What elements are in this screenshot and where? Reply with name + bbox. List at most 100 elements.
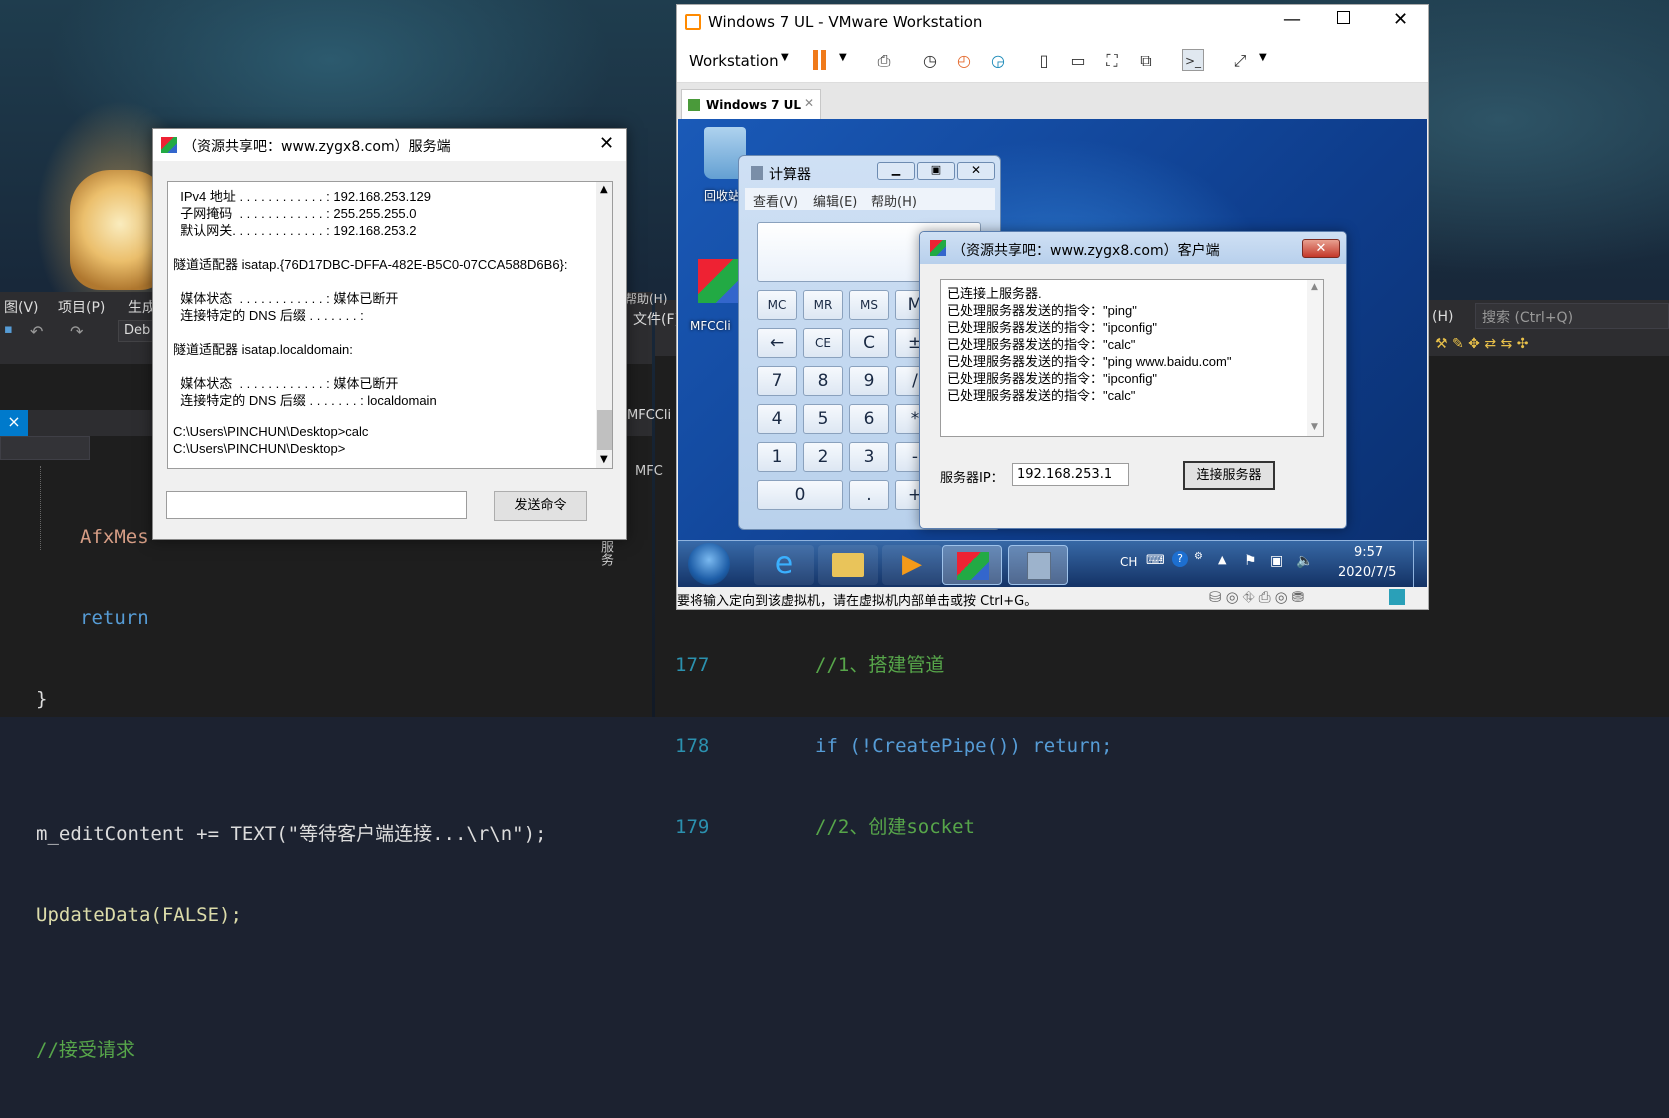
action-center-icon[interactable]: ⚑ xyxy=(1244,553,1257,569)
language-indicator[interactable]: CH xyxy=(1120,555,1137,569)
chevron-down-icon[interactable]: ▼ xyxy=(781,52,789,63)
ime-settings-icon[interactable]: ⚙ xyxy=(1194,551,1203,562)
save-icon[interactable]: ▪ xyxy=(4,322,13,337)
calc-key[interactable]: 3 xyxy=(849,442,889,472)
menu-edit[interactable]: 编辑(E) xyxy=(813,191,857,210)
calc-key[interactable]: 9 xyxy=(849,366,889,396)
clock-date[interactable]: 2020/7/5 xyxy=(1338,565,1396,580)
snapshot-manager-icon[interactable]: ◶ xyxy=(987,50,1009,72)
calc-key[interactable]: ← xyxy=(757,328,797,358)
side-panel-tab[interactable]: 服务 xyxy=(595,540,615,566)
scope-combo[interactable] xyxy=(0,436,90,460)
guest-desktop[interactable]: 回收站 MFCCli 计算器 ▁ ▣ ✕ 查看(V) 编辑(E) 帮助(H) M… xyxy=(678,119,1427,587)
menu-help[interactable]: (H) xyxy=(1432,309,1453,325)
help-icon[interactable]: ? xyxy=(1172,551,1188,567)
show-desktop-button[interactable] xyxy=(1413,541,1425,587)
mfc-taskbar-icon[interactable] xyxy=(942,545,1002,585)
menu-view[interactable]: 图(V) xyxy=(4,297,39,317)
fullscreen-icon[interactable]: ⛶ xyxy=(1101,50,1123,72)
scroll-up-icon[interactable]: ▲ xyxy=(600,184,608,195)
calc-key[interactable]: 4 xyxy=(757,404,797,434)
file-tab[interactable]: MFCCli xyxy=(627,408,671,423)
toolbar-icons[interactable]: ⚒ ✎ ✥ ⇄ ⇆ ✣ xyxy=(1435,336,1528,352)
scroll-down-icon[interactable]: ▼ xyxy=(1311,422,1318,432)
close-icon[interactable]: ✕ xyxy=(599,133,614,154)
close-icon[interactable]: ✕ xyxy=(1393,9,1408,30)
minimize-icon[interactable]: ▁ xyxy=(877,162,915,180)
console-view-icon[interactable]: >_ xyxy=(1182,49,1204,71)
maximize-icon[interactable]: ▣ xyxy=(917,162,955,180)
close-icon[interactable]: ✕ xyxy=(1302,239,1340,258)
close-tab-icon[interactable]: × xyxy=(0,410,28,436)
calc-key[interactable]: 6 xyxy=(849,404,889,434)
code-area[interactable]: AfxMes return } m_editContent += TEXT("等… xyxy=(36,470,547,1118)
calc-key[interactable]: MC xyxy=(757,290,797,320)
maximize-icon[interactable] xyxy=(1337,11,1350,24)
calc-key[interactable]: MR xyxy=(803,290,843,320)
scrollbar[interactable]: ▲ ▼ xyxy=(1307,280,1323,436)
connect-server-button[interactable]: 连接服务器 xyxy=(1183,461,1275,490)
menu-help[interactable]: 帮助(H) xyxy=(871,191,917,210)
vm-tab[interactable]: Windows 7 UL ✕ xyxy=(681,89,821,121)
calc-key[interactable]: 8 xyxy=(803,366,843,396)
calc-key[interactable]: C xyxy=(849,328,889,358)
calculator-taskbar-icon[interactable] xyxy=(1008,545,1068,585)
server-ip-input[interactable]: 192.168.253.1 xyxy=(1012,463,1129,486)
console-line: C:\Users\PINCHUN\Desktop>calc xyxy=(173,424,369,439)
start-button[interactable] xyxy=(688,543,730,585)
unity-icon[interactable]: ⧉ xyxy=(1135,50,1157,72)
calc-key[interactable]: CE xyxy=(803,328,843,358)
scroll-down-icon[interactable]: ▼ xyxy=(600,454,608,465)
ie-icon[interactable]: e xyxy=(754,545,814,585)
code-area-right[interactable]: //1、搭建管道 if (!CreatePipe()) return; //2、… xyxy=(815,598,1112,895)
search-input[interactable]: 搜索 (Ctrl+Q) xyxy=(1475,303,1669,329)
chevron-up-icon[interactable]: ▲ xyxy=(1218,553,1226,566)
volume-icon[interactable]: 🔈 xyxy=(1296,553,1313,569)
device-icons[interactable]: ⛁◎⛗⎙◎⛃ xyxy=(1209,588,1308,606)
snapshot-icon[interactable]: ◷ xyxy=(919,50,941,72)
calc-key[interactable]: 5 xyxy=(803,404,843,434)
calc-key[interactable]: 7 xyxy=(757,366,797,396)
menu-project[interactable]: 项目(P) xyxy=(58,297,105,317)
calc-key[interactable]: 0 xyxy=(757,480,843,510)
send-keys-icon[interactable]: ⎙ xyxy=(873,50,895,72)
scroll-thumb[interactable] xyxy=(597,410,612,450)
sidebar-icon[interactable]: ▯ xyxy=(1033,50,1055,72)
console-output[interactable]: IPv4 地址 . . . . . . . . . . . . : 192.16… xyxy=(167,181,613,469)
close-tab-icon[interactable]: ✕ xyxy=(804,96,814,110)
revert-snapshot-icon[interactable]: ◴ xyxy=(953,50,975,72)
client-log[interactable]: 已连接上服务器. 已处理服务器发送的指令："ping" 已处理服务器发送的指令："i… xyxy=(940,279,1324,437)
menu-help-top[interactable]: 帮助(H) xyxy=(625,290,667,307)
vmware-window: Windows 7 UL - VMware Workstation — ✕ Wo… xyxy=(676,4,1429,610)
stretch-icon[interactable]: ⤢ xyxy=(1229,50,1251,72)
undo-icon[interactable]: ↶ xyxy=(30,322,43,341)
explorer-icon[interactable] xyxy=(818,545,878,585)
scrollbar[interactable]: ▲ ▼ xyxy=(596,182,612,468)
minimize-icon[interactable]: — xyxy=(1283,9,1301,30)
chevron-down-icon[interactable]: ▼ xyxy=(1259,52,1267,63)
keyboard-icon[interactable]: ⌨ xyxy=(1146,553,1165,568)
menu-file[interactable]: 文件(F) xyxy=(633,309,680,329)
redo-icon[interactable]: ↷ xyxy=(70,322,83,341)
pause-icon[interactable] xyxy=(813,50,818,70)
scroll-up-icon[interactable]: ▲ xyxy=(1311,282,1318,292)
clock-time[interactable]: 9:57 xyxy=(1354,545,1383,560)
calc-key[interactable]: . xyxy=(849,480,889,510)
vm-tab-label: Windows 7 UL xyxy=(706,98,802,112)
media-player-icon[interactable]: ▶ xyxy=(882,545,942,585)
class-tab[interactable]: MFC xyxy=(635,464,663,479)
mfc-client-icon[interactable] xyxy=(698,259,742,303)
calc-key[interactable]: 1 xyxy=(757,442,797,472)
workstation-menu[interactable]: Workstation xyxy=(689,52,779,70)
close-icon[interactable]: ✕ xyxy=(957,162,995,180)
chevron-down-icon[interactable]: ▼ xyxy=(839,52,847,63)
calc-key[interactable]: MS xyxy=(849,290,889,320)
calc-key[interactable]: 2 xyxy=(803,442,843,472)
command-input[interactable] xyxy=(166,491,467,519)
network-icon[interactable]: ▣ xyxy=(1270,553,1283,569)
menu-view[interactable]: 查看(V) xyxy=(753,191,798,210)
message-icon[interactable] xyxy=(1389,589,1405,605)
thumbnail-icon[interactable]: ▭ xyxy=(1067,50,1089,72)
send-command-button[interactable]: 发送命令 xyxy=(494,491,587,521)
